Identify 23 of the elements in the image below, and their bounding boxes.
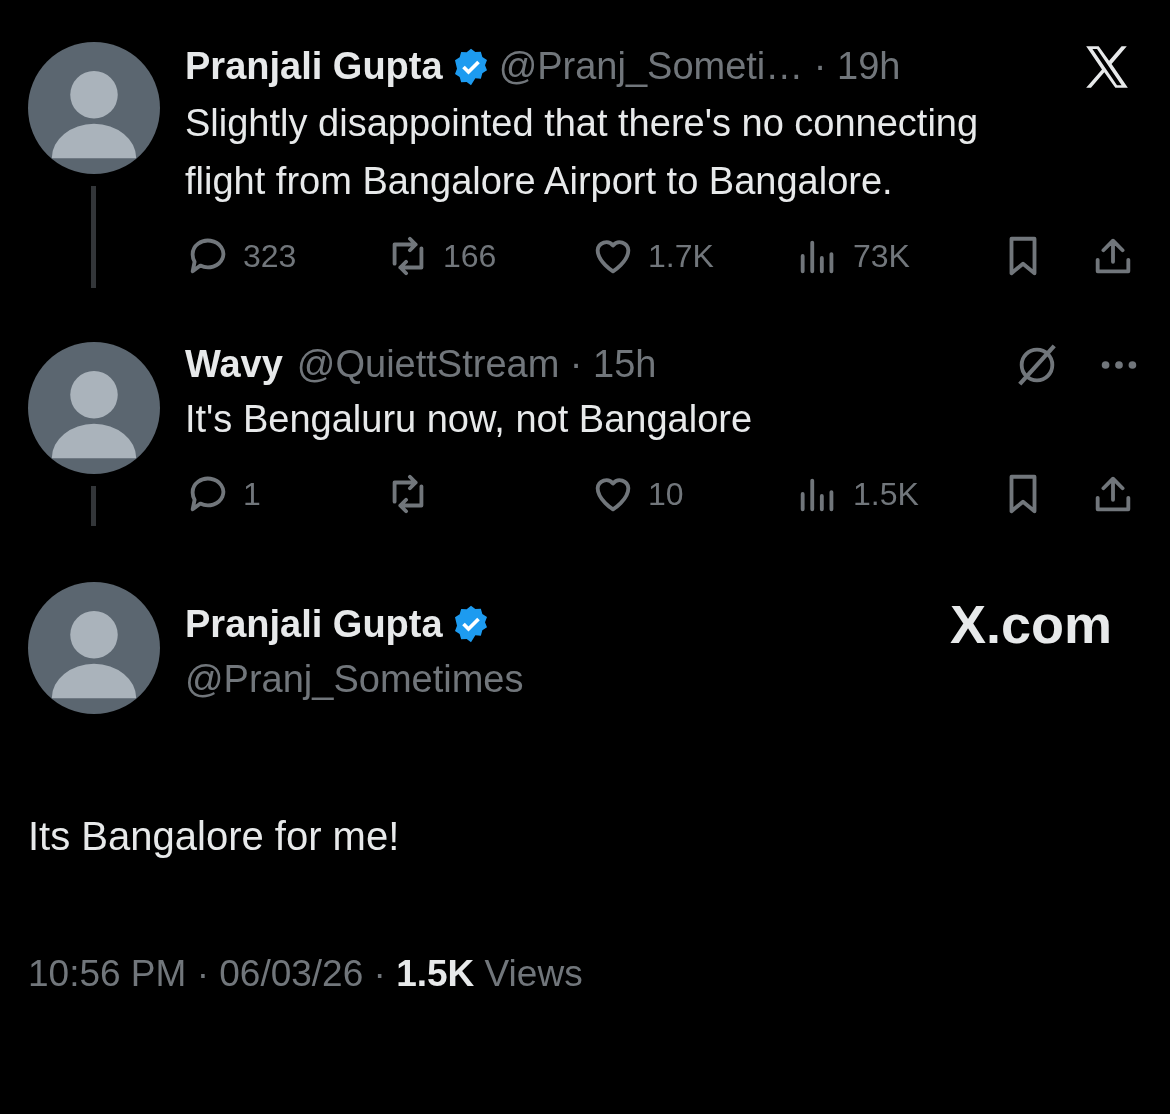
heart-button[interactable]: 10 — [590, 470, 795, 518]
timestamp[interactable]: 10:56 PM · 06/03/26 · — [28, 953, 397, 994]
author-handle[interactable]: @Pranj_Sometimes — [185, 656, 1142, 703]
author-name[interactable]: Wavy — [185, 342, 283, 388]
post-text: It's Bengaluru now, not Bangalore — [185, 397, 754, 442]
view-count: 1.5K — [396, 953, 475, 994]
post-text: Its Bangalore for me! — [27, 813, 401, 860]
heart-button[interactable]: 1.7K — [590, 232, 795, 280]
brand-text: X.com — [949, 593, 1112, 656]
views-button[interactable]: 1.5K — [795, 470, 1000, 518]
avatar-icon — [28, 342, 160, 474]
avatar-icon — [28, 42, 160, 174]
reply-button[interactable]: 1 — [185, 470, 385, 518]
author-name[interactable]: Pranjali Gupta — [185, 44, 443, 90]
views-label: Views — [483, 953, 583, 994]
avatar-icon — [28, 582, 160, 714]
post-text: Slightly disappointed that there's no connecting flight from Bangalore Airport to Bangalore. — [185, 101, 980, 204]
handle-and-time: @QuiettStream · 15h — [296, 342, 657, 388]
author-name[interactable]: Pranjali Gupta — [185, 601, 443, 648]
reply-button[interactable]: 323 — [185, 232, 385, 280]
views-button[interactable]: 73K — [795, 232, 1000, 280]
handle-and-time: @Pranj_Someti… · 19h — [498, 44, 901, 90]
repost-button[interactable]: 166 — [385, 232, 590, 280]
